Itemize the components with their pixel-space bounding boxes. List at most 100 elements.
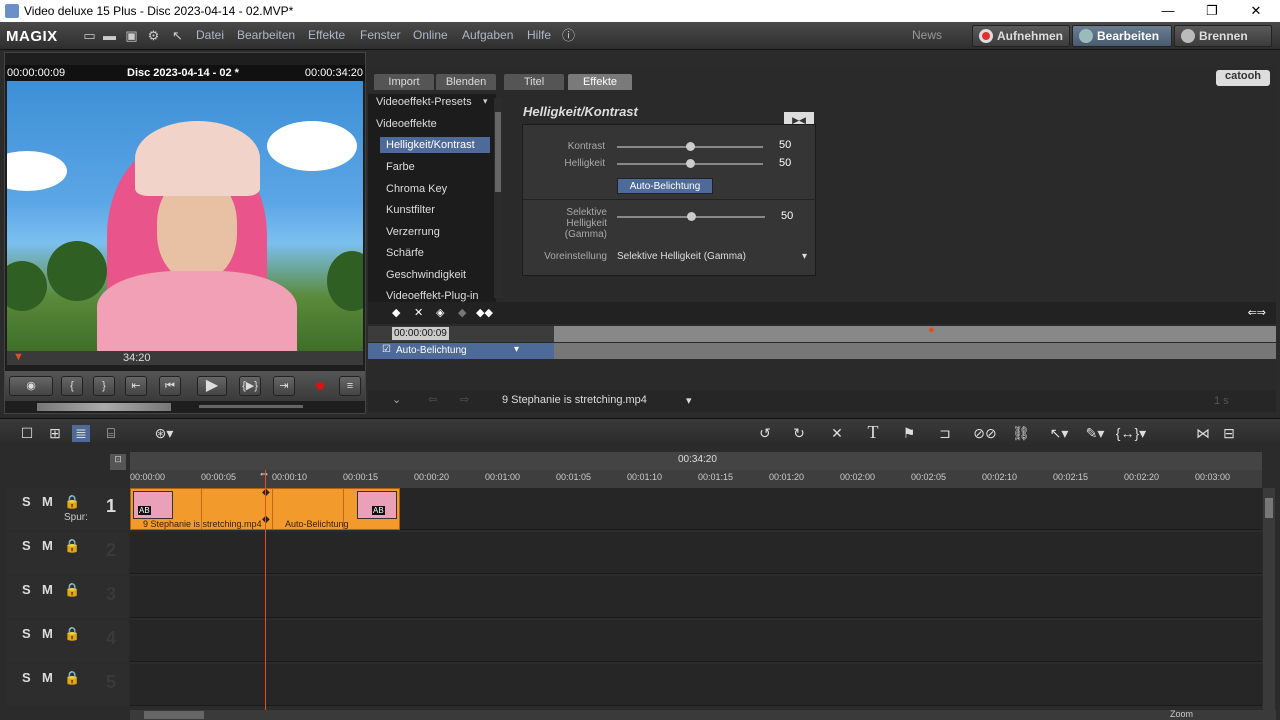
menu-effekte[interactable]: Effekte — [308, 28, 345, 42]
lock-icon[interactable]: 🔒 — [64, 494, 80, 510]
delete-keyframe-icon[interactable]: ✕ — [414, 306, 423, 319]
category-videoeffekte[interactable]: Videoeffekte — [376, 118, 437, 130]
checkbox-icon[interactable]: ☑ — [382, 344, 391, 355]
category-videoeffekt-presets[interactable]: Videoeffekt-Presets — [376, 96, 472, 108]
kf-track-row[interactable]: ☑ Auto-Belichtung ▾ — [368, 343, 554, 359]
selektive-knob[interactable] — [686, 212, 696, 221]
catooh-logo[interactable]: catooh — [1216, 70, 1270, 86]
arrow-left-right-icon[interactable]: ⇐⇒ — [1248, 306, 1266, 319]
menu-bearbeiten[interactable]: Bearbeiten — [237, 28, 295, 42]
snap-icon[interactable]: ⋈ — [1194, 425, 1212, 442]
helligkeit-slider[interactable] — [617, 159, 763, 168]
minimize-button[interactable]: — — [1148, 1, 1188, 21]
unlink-icon[interactable]: ⊘⊘ — [972, 425, 998, 442]
next-keyframe-icon[interactable]: ◆ — [458, 306, 466, 319]
tab-effekte[interactable]: Effekte — [568, 74, 632, 90]
menu-datei[interactable]: Datei — [196, 28, 224, 42]
playhead-handle-icon[interactable]: ⇔ — [258, 466, 270, 480]
kf-ruler[interactable]: ● — [554, 324, 1276, 342]
mode-aufnehmen[interactable]: Aufnehmen — [972, 25, 1070, 47]
video-preview[interactable] — [7, 81, 363, 351]
timeline-vertical-scrollbar[interactable] — [1263, 488, 1275, 710]
expand-down-icon[interactable]: ⌄ — [392, 393, 401, 406]
category-schaerfe[interactable]: Schärfe — [386, 247, 424, 259]
kontrast-knob[interactable] — [685, 142, 695, 151]
save-icon[interactable]: ▣ — [124, 28, 139, 43]
kf-playhead-icon[interactable]: ● — [928, 324, 935, 336]
menu-aufgaben[interactable]: Aufgaben — [462, 28, 513, 42]
track-lane[interactable] — [130, 620, 1262, 662]
ripple-icon[interactable]: ⊐ — [936, 425, 954, 442]
selektive-slider[interactable] — [617, 212, 765, 221]
tab-titel[interactable]: Titel — [504, 74, 564, 90]
menu-fenster[interactable]: Fenster — [360, 28, 401, 42]
new-file-icon[interactable]: ▭ — [82, 28, 97, 43]
open-folder-icon[interactable]: ▬ — [102, 28, 117, 43]
mute-button[interactable]: M — [42, 626, 53, 641]
prev-keyframe-icon[interactable]: ◈ — [436, 306, 444, 319]
solo-button[interactable]: S — [22, 582, 31, 597]
record-button[interactable]: ● — [309, 376, 331, 396]
solo-button[interactable]: S — [22, 494, 31, 509]
category-videoeffekt-plugin[interactable]: Videoeffekt-Plug-in — [386, 290, 479, 302]
razor-icon[interactable]: ✎▾ — [1080, 425, 1110, 442]
play-range-button[interactable]: {▶} — [239, 376, 261, 396]
film-reel-button[interactable]: ◉ — [9, 376, 53, 396]
tab-import[interactable]: Import — [374, 74, 434, 90]
redo-icon[interactable]: ↻ — [790, 425, 808, 442]
menu-button[interactable]: ≡ — [339, 376, 361, 396]
settings-icon[interactable]: ⚙ — [146, 28, 161, 43]
chevron-down-icon[interactable]: ▾ — [686, 394, 692, 407]
multicam-icon[interactable]: ⌸ — [102, 425, 120, 442]
track-lane[interactable] — [130, 576, 1262, 618]
title-text-icon[interactable]: T — [864, 422, 882, 443]
timeline-mode-icon[interactable]: ≣ — [72, 425, 90, 442]
mark-out-button[interactable]: } — [93, 376, 115, 396]
track-lane[interactable] — [130, 532, 1262, 574]
play-button[interactable]: ▶ — [197, 376, 227, 396]
undo-icon[interactable]: ↺ — [756, 425, 774, 442]
info-icon[interactable]: ⓘ — [561, 28, 576, 43]
scroll-thumb[interactable] — [144, 711, 204, 719]
lock-icon[interactable]: ⊡ — [110, 454, 126, 470]
preview-scrubber[interactable]: ▼ 34:20 — [7, 351, 363, 365]
fade-icon[interactable]: AB — [372, 506, 385, 515]
effects-wheel-icon[interactable]: ⊛▾ — [150, 425, 178, 442]
solo-button[interactable]: S — [22, 670, 31, 685]
timeline-ruler[interactable]: 00:34:20 00:00:00 00:00:05 00:00:10 00:00:1… — [130, 452, 1262, 488]
solo-button[interactable]: S — [22, 538, 31, 553]
kontrast-slider[interactable] — [617, 142, 763, 151]
track-lane[interactable] — [130, 664, 1262, 706]
voreinstellung-dropdown[interactable]: Selektive Helligkeit (Gamma) ▾ — [617, 251, 807, 267]
lock-icon[interactable]: 🔒 — [64, 538, 80, 554]
mixer-icon[interactable]: ⊟ — [1220, 425, 1238, 442]
lock-icon[interactable]: 🔒 — [64, 670, 80, 686]
marker-flag-icon[interactable]: ⚑ — [900, 425, 918, 442]
category-helligkeit-kontrast[interactable]: Helligkeit/Kontrast — [380, 137, 490, 153]
arrow-right-icon[interactable]: ⇨ — [460, 393, 469, 406]
scroll-thumb[interactable] — [495, 112, 501, 192]
menu-hilfe[interactable]: Hilfe — [527, 28, 551, 42]
menu-online[interactable]: Online — [413, 28, 448, 42]
next-marker-button[interactable]: ⇥ — [273, 376, 295, 396]
storyboard-icon[interactable]: ☐ — [18, 425, 36, 442]
keyframe-pair-icon[interactable]: ◆◆ — [476, 306, 493, 319]
help-cursor-icon[interactable]: ↖ — [170, 28, 185, 43]
lock-icon[interactable]: 🔒 — [64, 626, 80, 642]
category-farbe[interactable]: Farbe — [386, 161, 415, 173]
scene-overview-icon[interactable]: ⊞ — [46, 425, 64, 442]
solo-button[interactable]: S — [22, 626, 31, 641]
category-kunstfilter[interactable]: Kunstfilter — [386, 204, 435, 216]
auto-belichtung-button[interactable]: Auto-Belichtung — [617, 178, 713, 194]
mute-button[interactable]: M — [42, 670, 53, 685]
to-start-button[interactable]: ⏮ — [159, 376, 181, 396]
mode-bearbeiten[interactable]: Bearbeiten — [1072, 25, 1172, 47]
news-link[interactable]: News — [912, 28, 942, 42]
timeline-horizontal-scrollbar[interactable]: Zoom — [130, 709, 1276, 720]
mouse-mode-icon[interactable]: ↖▾ — [1046, 425, 1072, 442]
scroll-thumb[interactable] — [1265, 498, 1273, 518]
mute-button[interactable]: M — [42, 582, 53, 597]
shuttle-slider[interactable] — [199, 405, 303, 408]
maximize-button[interactable]: ❐ — [1192, 1, 1232, 21]
playhead[interactable] — [265, 470, 266, 710]
